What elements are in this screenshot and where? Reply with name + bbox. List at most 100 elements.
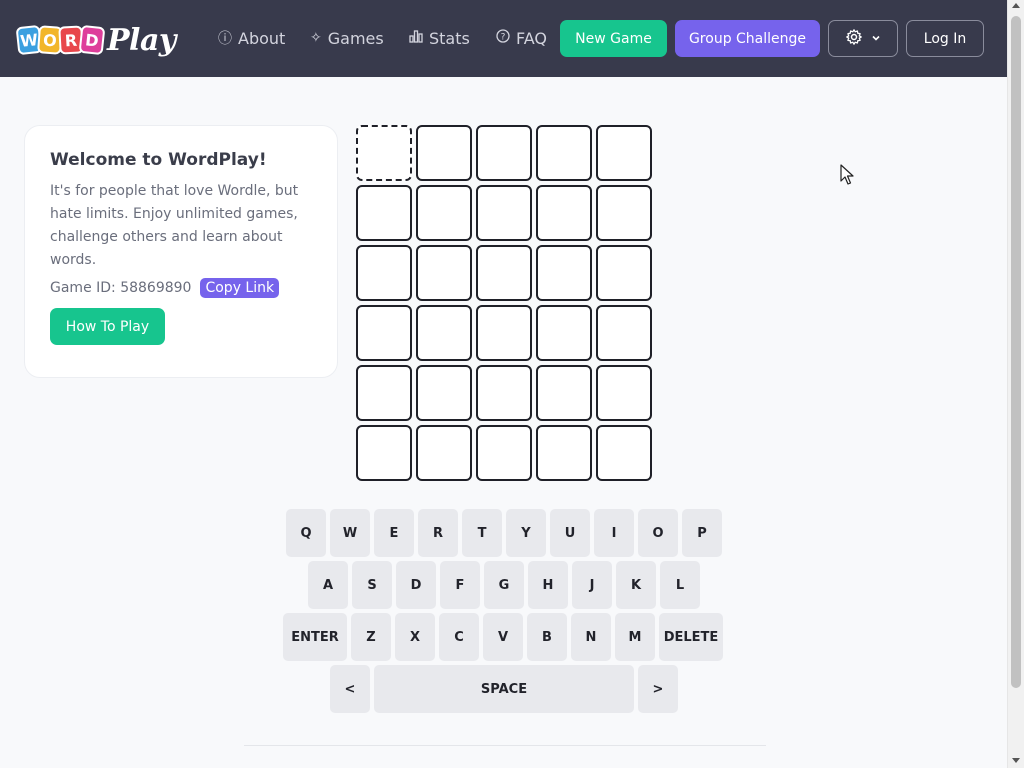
nav-stats[interactable]: Stats bbox=[409, 27, 470, 49]
key-i[interactable]: I bbox=[594, 509, 634, 557]
key-j[interactable]: J bbox=[572, 561, 612, 609]
scroll-up-arrow-icon[interactable] bbox=[1012, 3, 1020, 8]
question-circle-icon: ? bbox=[496, 29, 510, 47]
key-l[interactable]: L bbox=[660, 561, 700, 609]
board-tile[interactable] bbox=[416, 425, 472, 481]
key-d[interactable]: D bbox=[396, 561, 436, 609]
nav-faq-label: FAQ bbox=[516, 28, 547, 48]
board-tile[interactable] bbox=[356, 365, 412, 421]
key-z[interactable]: Z bbox=[351, 613, 391, 661]
key-s[interactable]: S bbox=[352, 561, 392, 609]
logo-play-text: Play bbox=[107, 22, 176, 58]
board-tile[interactable] bbox=[476, 365, 532, 421]
key-r[interactable]: R bbox=[418, 509, 458, 557]
board-tile[interactable] bbox=[356, 245, 412, 301]
key-k[interactable]: K bbox=[616, 561, 656, 609]
board-tile[interactable] bbox=[536, 245, 592, 301]
key-f[interactable]: F bbox=[440, 561, 480, 609]
board-tile[interactable] bbox=[416, 365, 472, 421]
info-circle-icon: ⓘ bbox=[218, 31, 232, 47]
key-o[interactable]: O bbox=[638, 509, 678, 557]
board-tile[interactable] bbox=[536, 425, 592, 481]
board-tile[interactable] bbox=[476, 185, 532, 241]
board-tile[interactable] bbox=[536, 305, 592, 361]
key-g[interactable]: G bbox=[484, 561, 524, 609]
key-x[interactable]: X bbox=[395, 613, 435, 661]
board-tile[interactable] bbox=[536, 365, 592, 421]
board-tile[interactable] bbox=[596, 365, 652, 421]
scroll-down-arrow-icon[interactable] bbox=[1012, 758, 1020, 763]
board-tile[interactable] bbox=[356, 425, 412, 481]
copy-link-button[interactable]: Copy Link bbox=[200, 278, 280, 298]
board-tile[interactable] bbox=[416, 185, 472, 241]
scrollbar-thumb[interactable] bbox=[1011, 16, 1021, 688]
logo-tile: D bbox=[78, 24, 106, 56]
nav-games-label: Games bbox=[327, 28, 384, 48]
group-challenge-button[interactable]: Group Challenge bbox=[675, 20, 820, 57]
key-a[interactable]: A bbox=[308, 561, 348, 609]
key-left[interactable]: < bbox=[330, 665, 370, 713]
key-e[interactable]: E bbox=[374, 509, 414, 557]
board-tile[interactable] bbox=[596, 425, 652, 481]
key-u[interactable]: U bbox=[550, 509, 590, 557]
nav-about-label: About bbox=[238, 28, 286, 48]
welcome-title: Welcome to WordPlay! bbox=[50, 150, 267, 170]
board-tile[interactable] bbox=[596, 305, 652, 361]
key-h[interactable]: H bbox=[528, 561, 568, 609]
board-tile[interactable] bbox=[596, 245, 652, 301]
mouse-cursor-icon bbox=[840, 164, 854, 190]
login-button[interactable]: Log In bbox=[906, 20, 984, 57]
nav-faq[interactable]: ? FAQ bbox=[496, 27, 547, 49]
key-b[interactable]: B bbox=[527, 613, 567, 661]
keyboard-row-1: QWERTYUIOP bbox=[286, 509, 722, 557]
key-delete[interactable]: DELETE bbox=[659, 613, 723, 661]
game-id-row: Game ID: 58869890 Copy Link bbox=[50, 278, 280, 298]
board-tile[interactable] bbox=[536, 185, 592, 241]
chevron-down-icon bbox=[871, 31, 881, 47]
board-tile[interactable] bbox=[536, 125, 592, 181]
how-to-play-button[interactable]: How To Play bbox=[50, 308, 165, 345]
board-tile[interactable] bbox=[416, 245, 472, 301]
board-tile[interactable] bbox=[596, 185, 652, 241]
key-y[interactable]: Y bbox=[506, 509, 546, 557]
key-v[interactable]: V bbox=[483, 613, 523, 661]
key-right[interactable]: > bbox=[638, 665, 678, 713]
nav-about[interactable]: ⓘ About bbox=[218, 27, 285, 49]
game-board bbox=[356, 125, 652, 481]
key-n[interactable]: N bbox=[571, 613, 611, 661]
board-tile[interactable] bbox=[476, 125, 532, 181]
board-tile[interactable] bbox=[476, 245, 532, 301]
board-tile[interactable] bbox=[356, 185, 412, 241]
key-m[interactable]: M bbox=[615, 613, 655, 661]
bar-chart-icon bbox=[409, 29, 423, 47]
key-p[interactable]: P bbox=[682, 509, 722, 557]
keyboard-row-2: ASDFGHJKL bbox=[308, 561, 700, 609]
footer-divider bbox=[244, 745, 766, 746]
new-game-button[interactable]: New Game bbox=[560, 20, 667, 57]
page-scrollbar[interactable] bbox=[1007, 0, 1024, 768]
key-enter[interactable]: ENTER bbox=[283, 613, 347, 661]
board-tile[interactable] bbox=[596, 125, 652, 181]
key-c[interactable]: C bbox=[439, 613, 479, 661]
board-tile[interactable] bbox=[416, 125, 472, 181]
key-q[interactable]: Q bbox=[286, 509, 326, 557]
board-tile[interactable] bbox=[356, 305, 412, 361]
settings-dropdown-button[interactable] bbox=[828, 20, 898, 57]
key-w[interactable]: W bbox=[330, 509, 370, 557]
wordplay-logo[interactable]: W O R D Play bbox=[15, 20, 176, 60]
board-tile[interactable] bbox=[476, 305, 532, 361]
nav-games[interactable]: ✧ Games bbox=[310, 27, 384, 49]
top-navbar: W O R D Play ⓘ About ✧ Games Stats ? FAQ… bbox=[0, 0, 1007, 77]
svg-text:?: ? bbox=[501, 33, 506, 43]
board-tile[interactable] bbox=[416, 305, 472, 361]
board-tile[interactable] bbox=[476, 425, 532, 481]
welcome-card: Welcome to WordPlay! It's for people tha… bbox=[24, 125, 338, 378]
puzzle-icon: ✧ bbox=[310, 30, 322, 46]
nav-stats-label: Stats bbox=[429, 28, 470, 48]
board-tile[interactable] bbox=[356, 125, 412, 181]
game-id-label: Game ID: 58869890 bbox=[50, 280, 192, 296]
gear-icon bbox=[845, 28, 863, 50]
key-space[interactable]: SPACE bbox=[374, 665, 634, 713]
key-t[interactable]: T bbox=[462, 509, 502, 557]
welcome-description: It's for people that love Wordle, but ha… bbox=[50, 183, 299, 268]
